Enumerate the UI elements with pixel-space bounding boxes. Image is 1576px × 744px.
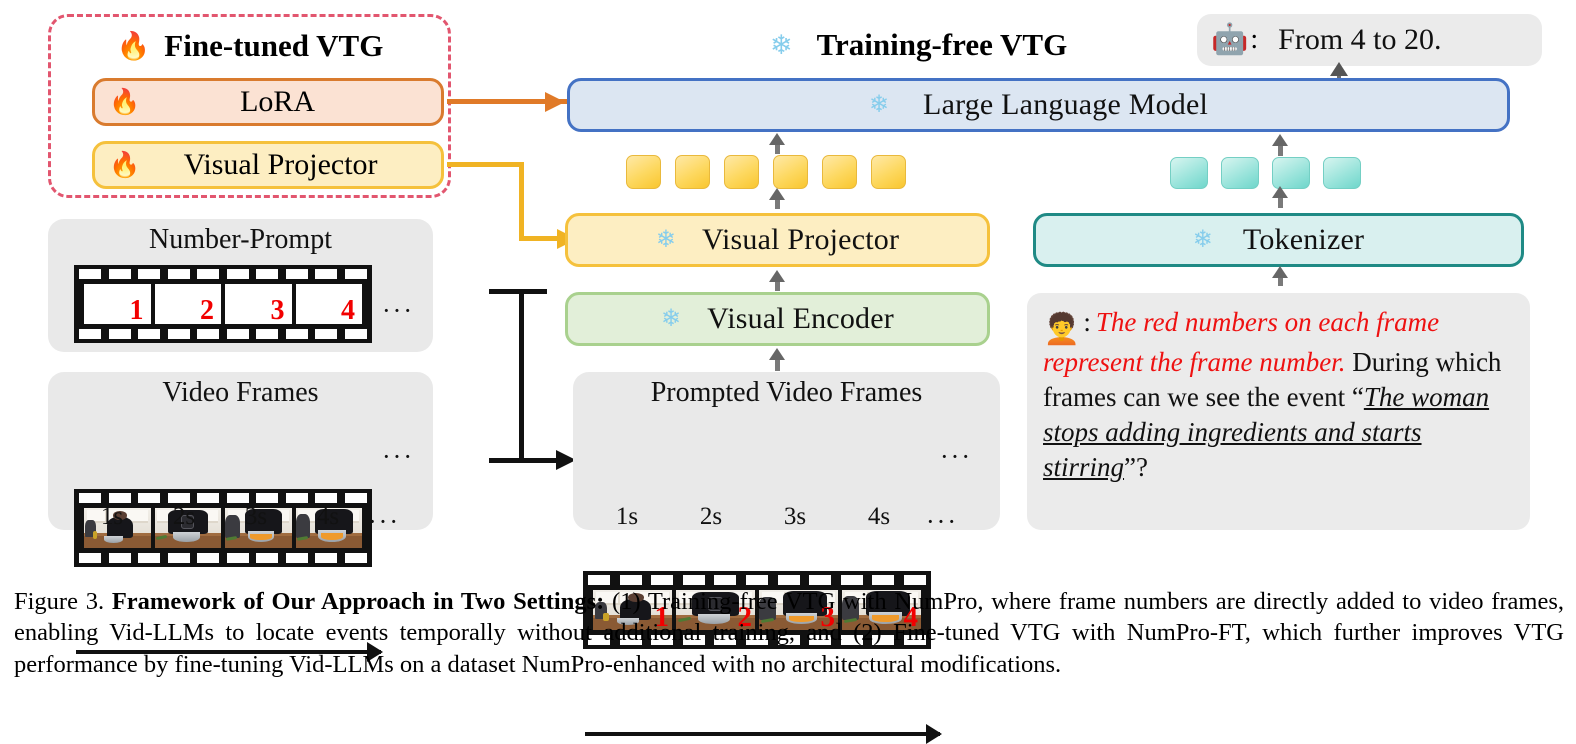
figure-caption: Figure 3. Framework of Our Approach in T… bbox=[14, 586, 1564, 680]
timestamp: 2s bbox=[699, 503, 723, 530]
visual-projector-box[interactable]: ❄ Visual Projector bbox=[565, 213, 990, 267]
text-token-chips bbox=[1170, 157, 1370, 189]
timestamp-ellipsis: ··· bbox=[926, 507, 958, 536]
visual-token-chip bbox=[675, 155, 710, 189]
ft-projector-connector-v bbox=[519, 162, 524, 240]
frame-number: 4 bbox=[341, 295, 355, 325]
snowflake-icon: ❄ bbox=[661, 306, 682, 332]
number-prompt-cell: 1 bbox=[84, 284, 151, 324]
fine-tuned-visual-projector-box[interactable]: 🔥 Visual Projector bbox=[92, 141, 444, 189]
frame-number: 2 bbox=[200, 295, 214, 325]
large-language-model-label: Large Language Model bbox=[923, 88, 1209, 121]
visual-projector-label: Visual Projector bbox=[701, 223, 900, 256]
visual-tokens-to-llm-arrowhead bbox=[769, 133, 785, 145]
lora-label: LoRA bbox=[240, 85, 316, 118]
text-token-chip bbox=[1170, 157, 1208, 189]
fine-tuned-vtg-title: Fine-tuned VTG bbox=[164, 28, 384, 63]
timestamp: 1s bbox=[100, 503, 124, 530]
robot-avatar-icon: 🤖 bbox=[1211, 23, 1249, 56]
prompted-frames-timestamps: 1s 2s 3s 4s ··· bbox=[585, 503, 975, 535]
user-avatar-icon: 🧑‍🦱 bbox=[1043, 313, 1081, 346]
snowflake-icon: ❄ bbox=[655, 227, 676, 253]
frames-to-encoder-arrowhead bbox=[769, 348, 785, 360]
tokenizer-to-text-tokens-arrowhead bbox=[1272, 186, 1288, 198]
merge-connector-top-h bbox=[489, 289, 547, 294]
encoder-to-projector-arrowhead bbox=[769, 270, 785, 282]
film-perforations-bottom bbox=[74, 553, 372, 563]
video-frames-timestamps: 1s 2s 3s 4s ··· bbox=[76, 503, 406, 535]
visual-token-chip bbox=[773, 155, 808, 189]
visual-token-chips bbox=[626, 155, 906, 189]
merge-connector-v bbox=[519, 289, 524, 463]
fine-tuned-vtg-title-row: 🔥 Fine-tuned VTG bbox=[60, 22, 440, 70]
video-frames-title: Video Frames bbox=[162, 377, 319, 408]
prompted-frames-title: Prompted Video Frames bbox=[650, 377, 923, 408]
snowflake-icon: ❄ bbox=[770, 29, 793, 60]
visual-token-chip bbox=[871, 155, 906, 189]
lora-to-llm-arrowhead bbox=[545, 92, 565, 112]
film-perforations-top bbox=[74, 493, 372, 503]
timestamp: 2s bbox=[172, 503, 196, 530]
projector-to-visual-tokens-arrowhead bbox=[769, 188, 785, 200]
snowflake-icon: ❄ bbox=[868, 92, 890, 118]
training-free-vtg-title: Training-free VTG bbox=[816, 27, 1068, 62]
film-perforations-top bbox=[74, 269, 372, 279]
number-prompt-filmstrip: 1 2 3 4 bbox=[74, 265, 372, 343]
visual-encoder-box[interactable]: ❄ Visual Encoder bbox=[565, 292, 990, 346]
merge-connector-bottom-h bbox=[489, 458, 564, 463]
question-to-tokenizer-arrowhead bbox=[1272, 266, 1288, 278]
text-token-chip bbox=[1323, 157, 1361, 189]
number-prompt-cell: 2 bbox=[154, 284, 221, 325]
lora-box[interactable]: 🔥 LoRA bbox=[92, 78, 444, 126]
training-free-vtg-title-row: ❄ Training-free VTG bbox=[770, 22, 1067, 68]
timestamp: 1s bbox=[615, 503, 639, 530]
timestamp-ellipsis: ··· bbox=[368, 507, 400, 536]
ft-projector-connector-h1 bbox=[447, 162, 524, 167]
answer-text: From 4 to 20. bbox=[1278, 23, 1442, 56]
number-prompt-cell: 3 bbox=[225, 284, 292, 324]
large-language-model-box[interactable]: ❄ Large Language Model bbox=[567, 78, 1510, 132]
caption-bold-title: Framework of Our Approach in Two Setting… bbox=[111, 588, 605, 615]
timestamp: 4s bbox=[867, 503, 891, 530]
text-token-chip bbox=[1272, 157, 1310, 189]
fire-icon: 🔥 bbox=[116, 30, 151, 61]
llm-to-answer-arrowhead bbox=[1330, 62, 1348, 76]
question-bubble: 🧑‍🦱: The red numbers on each frame repres… bbox=[1027, 293, 1530, 530]
fire-icon: 🔥 bbox=[109, 88, 141, 116]
question-black-part2: ”? bbox=[1124, 452, 1148, 483]
caption-label: Figure 3. bbox=[14, 588, 105, 615]
question-separator: : bbox=[1083, 307, 1091, 337]
timestamp: 4s bbox=[316, 503, 340, 530]
number-prompt-cells: 1 2 3 4 bbox=[84, 284, 362, 324]
text-tokens-to-llm-arrowhead bbox=[1272, 134, 1288, 146]
fire-icon: 🔥 bbox=[109, 151, 141, 179]
timestamp: 3s bbox=[244, 503, 268, 530]
snowflake-icon: ❄ bbox=[1192, 227, 1213, 253]
number-prompt-cell: 4 bbox=[295, 284, 362, 325]
video-frames-ellipsis: ··· bbox=[382, 442, 414, 471]
timestamp: 3s bbox=[783, 503, 807, 530]
answer-separator: : bbox=[1250, 24, 1259, 55]
question-text: 🧑‍🦱: The red numbers on each frame repres… bbox=[1043, 305, 1514, 485]
visual-token-chip bbox=[724, 155, 759, 189]
frame-number: 1 bbox=[129, 295, 144, 325]
film-perforations-top bbox=[583, 575, 931, 585]
answer-bubble: 🤖 : From 4 to 20. bbox=[1197, 14, 1542, 66]
tokenizer-label: Tokenizer bbox=[1242, 223, 1365, 256]
text-token-chip bbox=[1221, 157, 1259, 189]
figure-root: 🔥 Fine-tuned VTG 🔥 LoRA 🔥 Visual Project… bbox=[0, 0, 1576, 744]
visual-token-chip bbox=[822, 155, 857, 189]
visual-encoder-label: Visual Encoder bbox=[707, 302, 894, 335]
fine-tuned-visual-projector-label: Visual Projector bbox=[183, 148, 378, 181]
film-perforations-bottom bbox=[74, 329, 372, 339]
number-prompt-title: Number-Prompt bbox=[149, 224, 332, 255]
prompted-frames-ellipsis: ··· bbox=[940, 442, 972, 471]
tokenizer-box[interactable]: ❄ Tokenizer bbox=[1033, 213, 1524, 267]
frame-number: 3 bbox=[270, 295, 285, 325]
prompted-frames-time-axis bbox=[585, 724, 942, 744]
visual-token-chip bbox=[626, 155, 661, 189]
number-prompt-ellipsis: ··· bbox=[382, 296, 414, 325]
